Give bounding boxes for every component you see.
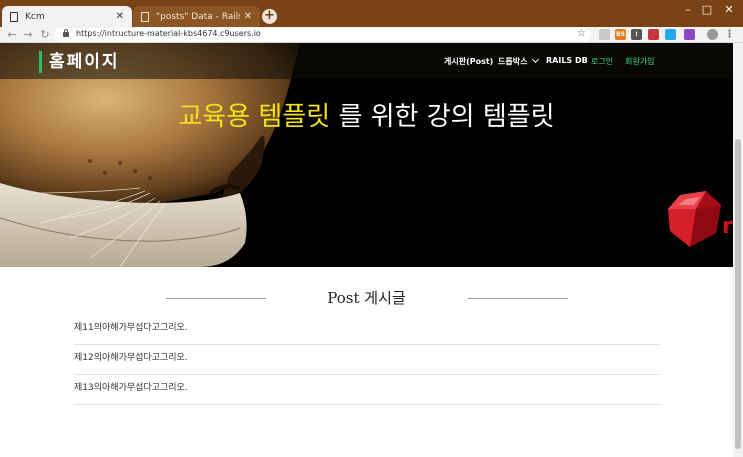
extension-icon[interactable] [665,29,676,40]
nav-rails-db-link[interactable]: RAILS DB [546,56,588,65]
ruby-logo-icon: r [668,191,733,247]
extension-icon[interactable] [599,29,610,40]
tab-kcm[interactable]: Kcm ✕ [2,6,132,27]
new-tab-button[interactable]: + [262,9,277,24]
nav-dropdown-label: 드롭박스 [498,57,528,66]
chevron-down-icon [532,55,540,64]
forward-button[interactable]: → [21,28,35,41]
post-list-item[interactable]: 제11의아해가무섭다고그리오. [74,315,660,345]
site-brand[interactable]: 홈페이지 [39,51,120,73]
page-scrollbar[interactable] [733,43,743,457]
tab-title: "posts" Data - Rails DB [156,11,240,22]
bookmark-star-icon[interactable]: ☆ [577,28,586,39]
close-window-button[interactable]: ✕ [721,3,737,16]
extension-icon[interactable]: ! [631,29,642,40]
lock-icon [63,29,69,37]
browser-titlebar: Kcm ✕ "posts" Data - Rails DB ✕ + – □ ✕ [0,0,743,27]
page-icon [10,11,18,22]
tab-title: Kcm [25,11,45,22]
svg-text:r: r [722,214,733,239]
post-list: 제11의아해가무섭다고그리오. 제12의아해가무섭다고그리오. 제13의아해가무… [74,315,660,405]
url-text: https://intructure-material-kbs4674.c9us… [76,29,261,38]
page-viewport: 홈페이지 게시판(Post) 드롭박스 RAILS DB 로그인 회원가입 교육… [0,43,733,457]
page-icon [141,11,149,22]
title-divider-right [468,298,568,299]
close-tab-icon[interactable]: ✕ [244,11,252,22]
back-button[interactable]: ← [5,28,19,41]
minimize-button[interactable]: – [680,3,696,16]
extension-icon[interactable]: B5 [615,29,626,40]
hero-title: 교육용 템플릿 를 위한 강의 템플릿 [0,96,733,133]
site-navbar: 홈페이지 게시판(Post) 드롭박스 RAILS DB 로그인 회원가입 [0,43,733,79]
hero-banner: 홈페이지 게시판(Post) 드롭박스 RAILS DB 로그인 회원가입 교육… [0,43,733,267]
menu-icon[interactable]: ⋮ [724,29,735,40]
nav-board-link[interactable]: 게시판(Post) [444,56,493,67]
scrollbar-thumb[interactable] [735,139,741,449]
hero-title-highlight: 교육용 템플릿 [178,102,331,132]
extension-icon[interactable] [684,29,695,40]
posts-section-title: Post 게시글 [327,289,406,307]
nav-signup-link[interactable]: 회원가입 [625,56,654,67]
post-list-item[interactable]: 제12의아해가무섭다고그리오. [74,345,660,375]
address-bar[interactable]: https://intructure-material-kbs4674.c9us… [54,28,591,42]
nav-dropdown[interactable]: 드롭박스 [498,55,540,67]
profile-icon[interactable] [707,29,718,40]
browser-toolbar: ← → ↻ https://intructure-material-kbs467… [0,27,743,43]
posts-section-header: Post 게시글 [0,287,733,311]
close-tab-icon[interactable]: ✕ [116,11,124,22]
reload-button[interactable]: ↻ [38,28,52,41]
hero-title-rest: 를 위한 강의 템플릿 [330,102,555,132]
maximize-button[interactable]: □ [699,3,715,16]
tab-posts-data[interactable]: "posts" Data - Rails DB ✕ [133,6,260,27]
extension-icon[interactable] [648,29,659,40]
nav-login-link[interactable]: 로그인 [591,56,613,67]
post-list-item[interactable]: 제13의아해가무섭다고그리오. [74,375,660,405]
